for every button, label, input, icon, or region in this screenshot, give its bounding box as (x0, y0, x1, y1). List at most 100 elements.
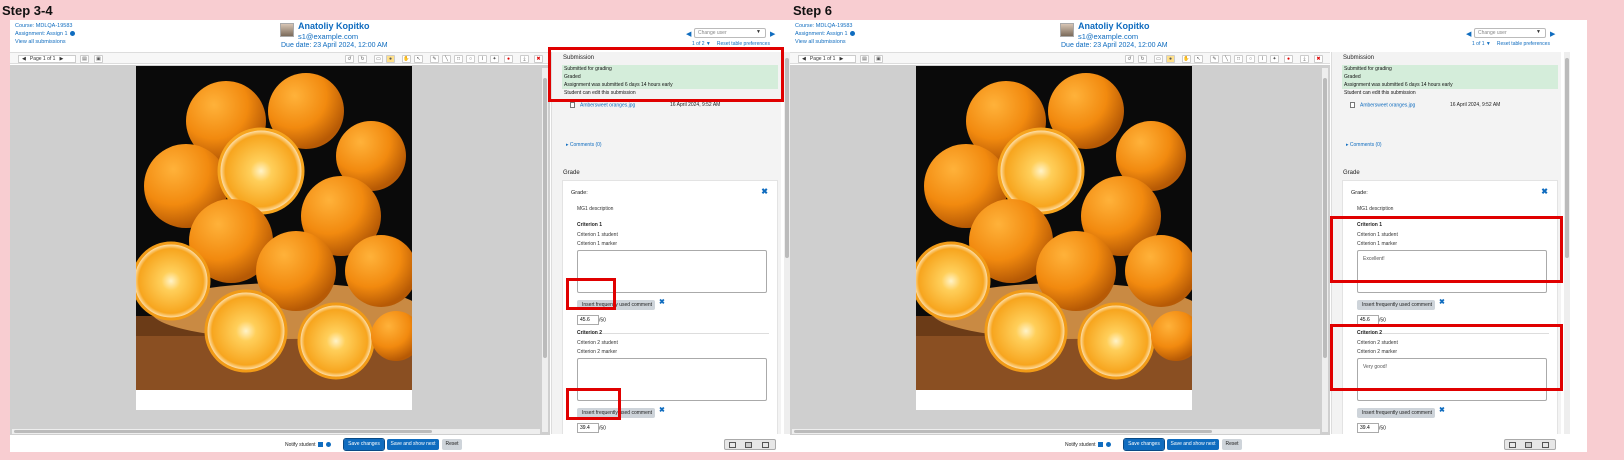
reset-button[interactable]: Reset (442, 439, 462, 450)
hand-icon[interactable]: ✋ (402, 55, 411, 63)
insert-comment-button[interactable]: Insert frequently used comment (577, 408, 655, 418)
user-email[interactable]: s1@example.com (298, 32, 358, 41)
user-email[interactable]: s1@example.com (1078, 32, 1138, 41)
line-icon[interactable]: ╲ (442, 55, 451, 63)
stamp-icon[interactable]: ✦ (1270, 55, 1279, 63)
layout-right-icon[interactable] (762, 442, 769, 448)
color-icon[interactable]: ● (1166, 55, 1175, 63)
reset-button[interactable]: Reset (1222, 439, 1242, 450)
close-icon[interactable]: ✖ (659, 298, 665, 306)
save-and-next-button[interactable]: Save and show next (387, 439, 439, 450)
layout-both-icon[interactable] (745, 442, 752, 448)
insert-comment-button[interactable]: Insert frequently used comment (1357, 300, 1435, 310)
criterion-1-marker-input[interactable] (577, 250, 767, 293)
document-viewer[interactable] (10, 65, 550, 435)
help-icon[interactable] (325, 442, 331, 448)
assignment-link[interactable]: Assignment: Assign 1 (15, 31, 68, 37)
user-name[interactable]: Anatoliy Kopitko (298, 21, 370, 31)
user-counter-text[interactable]: 1 of 2 (692, 41, 705, 47)
viewer-vertical-scrollbar[interactable] (542, 68, 548, 432)
rectangle-icon[interactable]: □ (454, 55, 463, 63)
info-icon[interactable] (849, 31, 855, 37)
save-changes-button[interactable]: Save changes (343, 438, 385, 451)
highlight-icon[interactable]: ⌇ (1258, 55, 1267, 63)
comments-link[interactable]: Comments (0) (1350, 142, 1382, 148)
insert-comment-button[interactable]: Insert frequently used comment (1357, 408, 1435, 418)
rotate-left-icon[interactable]: ↺ (345, 55, 354, 63)
file-name[interactable]: Ambersweet oranges.jpg (1360, 102, 1415, 108)
oval-icon[interactable]: ○ (466, 55, 475, 63)
viewer-horizontal-scrollbar[interactable] (12, 429, 540, 434)
user-counter-text[interactable]: 1 of 1 (1472, 41, 1485, 47)
close-icon[interactable]: ✖ (659, 406, 665, 414)
reset-preferences-link[interactable]: Reset table preferences (717, 41, 770, 47)
previous-user-icon[interactable]: ◀ (1466, 30, 1471, 38)
expand-icon[interactable]: ▤ (860, 55, 869, 63)
submission-file[interactable]: Ambersweet oranges.jpg (1350, 102, 1415, 108)
document-viewer[interactable] (790, 65, 1330, 435)
criterion-1-score-input[interactable] (577, 315, 599, 325)
view-all-link[interactable]: View all submissions (15, 38, 75, 46)
expand-icon[interactable]: ▤ (80, 55, 89, 63)
layout-right-icon[interactable] (1542, 442, 1549, 448)
rotate-left-icon[interactable]: ↺ (1125, 55, 1134, 63)
help-icon[interactable] (1105, 442, 1111, 448)
view-all-link[interactable]: View all submissions (795, 38, 855, 46)
pen-icon[interactable]: ✎ (430, 55, 439, 63)
comments-toggle[interactable]: ▸ Comments (0) (566, 142, 602, 148)
rotate-right-icon[interactable]: ↻ (358, 55, 367, 63)
layout-left-icon[interactable] (729, 442, 736, 448)
viewer-vertical-scrollbar[interactable] (1322, 68, 1328, 432)
expand-grader-icon[interactable]: ✖ (761, 187, 768, 196)
hand-icon[interactable]: ✋ (1182, 55, 1191, 63)
collapse-icon[interactable]: ▣ (94, 55, 103, 63)
change-user-select[interactable]: Change user ▼ (1474, 28, 1546, 38)
submission-file[interactable]: Ambersweet oranges.jpg (570, 102, 635, 108)
notify-checkbox[interactable] (317, 442, 323, 448)
reset-preferences-link[interactable]: Reset table preferences (1497, 41, 1550, 47)
delete-icon[interactable]: ✖ (1314, 55, 1323, 63)
comments-toggle[interactable]: ▸ Comments (0) (1346, 142, 1382, 148)
criterion-1-marker-input[interactable] (1357, 250, 1547, 293)
info-icon[interactable] (69, 31, 75, 37)
layout-left-icon[interactable] (1509, 442, 1516, 448)
comment-icon[interactable]: ▭ (1154, 55, 1163, 63)
highlight-icon[interactable]: ⌇ (478, 55, 487, 63)
select-icon[interactable]: ↖ (414, 55, 423, 63)
viewer-horizontal-scrollbar[interactable] (792, 429, 1320, 434)
expand-grader-icon[interactable]: ✖ (1541, 187, 1548, 196)
collapse-icon[interactable]: ▣ (874, 55, 883, 63)
change-user-select[interactable]: Change user ▼ (694, 28, 766, 38)
rotate-right-icon[interactable]: ↻ (1138, 55, 1147, 63)
grading-panel-scrollbar[interactable] (1564, 52, 1570, 434)
download-icon[interactable]: ⤓ (520, 55, 529, 63)
criterion-2-marker-input[interactable] (1357, 358, 1547, 401)
color-icon[interactable]: ● (386, 55, 395, 63)
assignment-link[interactable]: Assignment: Assign 1 (795, 31, 848, 37)
course-link[interactable]: Course: MDLQA-19583 (795, 22, 855, 30)
download-icon[interactable]: ⤓ (1300, 55, 1309, 63)
criterion-2-marker-input[interactable] (577, 358, 767, 401)
comments-link[interactable]: Comments (0) (570, 142, 602, 148)
notify-checkbox[interactable] (1097, 442, 1103, 448)
close-icon[interactable]: ✖ (1439, 406, 1445, 414)
close-icon[interactable]: ✖ (1439, 298, 1445, 306)
delete-icon[interactable]: ✖ (534, 55, 543, 63)
course-link[interactable]: Course: MDLQA-19583 (15, 22, 75, 30)
save-changes-button[interactable]: Save changes (1123, 438, 1165, 451)
rectangle-icon[interactable]: □ (1234, 55, 1243, 63)
criterion-1-score-input[interactable] (1357, 315, 1379, 325)
stamp-color-icon[interactable]: ● (504, 55, 513, 63)
insert-comment-button[interactable]: Insert frequently used comment (577, 300, 655, 310)
notify-student[interactable]: Notify student (1065, 442, 1111, 448)
next-user-icon[interactable]: ▶ (1550, 30, 1555, 38)
criterion-2-score-input[interactable] (577, 423, 599, 433)
file-name[interactable]: Ambersweet oranges.jpg (580, 102, 635, 108)
notify-student[interactable]: Notify student (285, 442, 331, 448)
layout-both-icon[interactable] (1525, 442, 1532, 448)
criterion-2-score-input[interactable] (1357, 423, 1379, 433)
next-user-icon[interactable]: ▶ (770, 30, 775, 38)
select-icon[interactable]: ↖ (1194, 55, 1203, 63)
comment-icon[interactable]: ▭ (374, 55, 383, 63)
page-navigator[interactable]: ◀ Page 1 of 1 ▶ (18, 55, 76, 63)
